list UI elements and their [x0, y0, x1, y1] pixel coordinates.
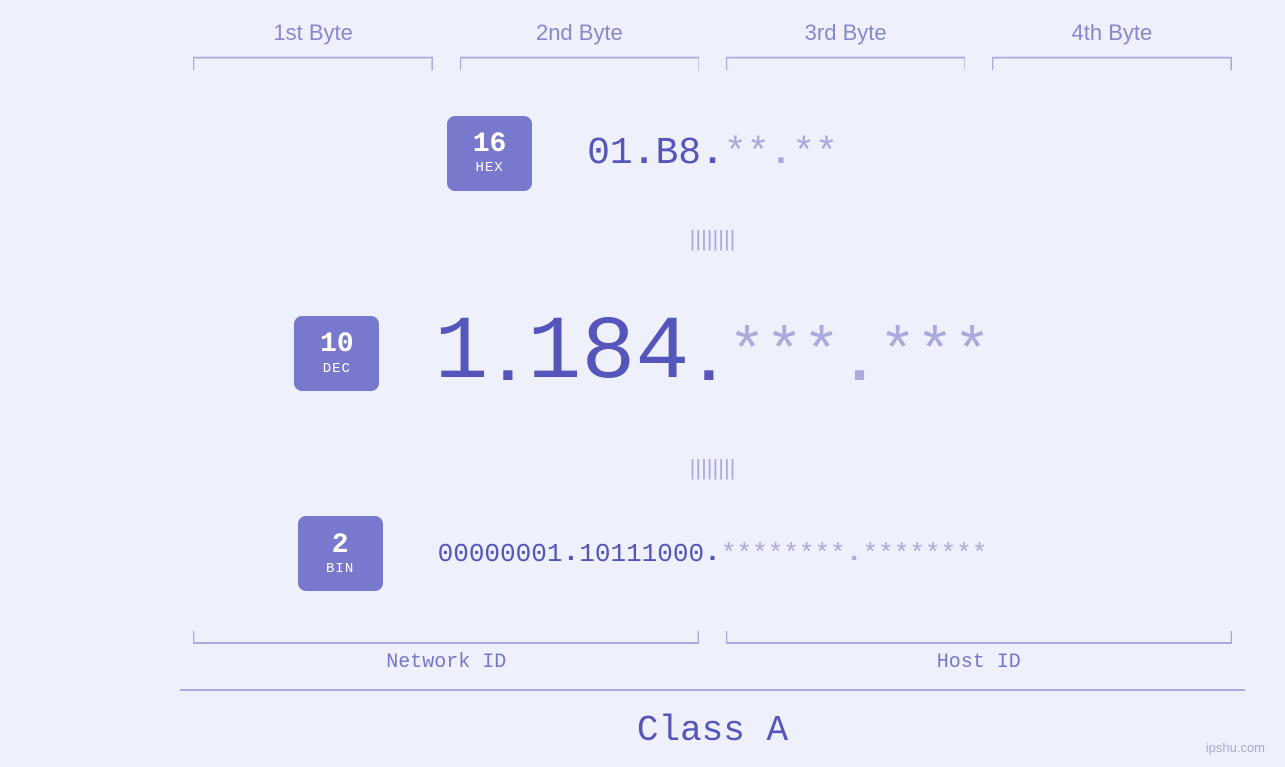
- hex-number: 16: [473, 130, 507, 161]
- hex-val-2: B8: [655, 132, 701, 175]
- bin-base: BIN: [326, 561, 354, 577]
- bin-byte-4: ********: [863, 539, 988, 569]
- bottom-section: Network ID Host ID Class A: [40, 631, 1245, 757]
- hex-cells: 01 . B8 . ** . **: [587, 132, 838, 175]
- bin-byte-2: 10111000: [579, 539, 704, 569]
- top-bracket-1: [180, 54, 446, 72]
- hex-base: HEX: [475, 160, 503, 176]
- hex-val-1: 01: [587, 132, 633, 175]
- bin-dot-2: .: [704, 538, 721, 569]
- bin-val-1: 00000001: [438, 539, 563, 569]
- bin-label-box: 2 BIN: [298, 516, 383, 591]
- dec-byte-2: 184: [527, 303, 689, 405]
- hex-val-4: **: [792, 132, 838, 175]
- byte-header-3: 3rd Byte: [713, 20, 979, 46]
- dec-byte-1: 1: [434, 303, 488, 405]
- main-container: 1st Byte 2nd Byte 3rd Byte 4th Byte: [0, 0, 1285, 767]
- byte-header-4: 4th Byte: [979, 20, 1245, 46]
- eq-1-3: ||: [713, 226, 724, 252]
- dec-label-box: 10 DEC: [294, 316, 379, 391]
- dec-byte-3: ***: [728, 318, 840, 389]
- eq-1-1: ||: [690, 226, 701, 252]
- host-id-label: Host ID: [713, 651, 1246, 674]
- eq-1-4: ||: [724, 226, 735, 252]
- dec-dot-2: .: [689, 326, 728, 400]
- full-bottom-bracket: [40, 688, 1245, 702]
- hex-dot-1: .: [633, 132, 656, 175]
- hex-val-3: **: [724, 132, 770, 175]
- host-bracket: [713, 631, 1246, 645]
- hex-row: 16 HEX 01 . B8 . ** . **: [447, 82, 838, 224]
- top-bracket-4: [979, 54, 1245, 72]
- bottom-brackets: [40, 631, 1245, 645]
- eq-2-4: ||: [724, 455, 735, 481]
- bin-dot-1: .: [562, 538, 579, 569]
- dec-val-4: ***: [879, 318, 991, 389]
- top-brackets-row: [40, 54, 1245, 72]
- bin-byte-1: 00000001: [438, 539, 563, 569]
- dec-cells: 1 . 184 . *** . ***: [434, 303, 990, 405]
- watermark: ipshu.com: [1206, 740, 1265, 755]
- bin-dot-3: .: [846, 538, 863, 569]
- eq-2-3: ||: [713, 455, 724, 481]
- dec-dot-1: .: [488, 326, 527, 400]
- dec-dot-3: .: [840, 326, 879, 400]
- top-bracket-3: [713, 54, 979, 72]
- network-id-label: Network ID: [180, 651, 713, 674]
- bin-number: 2: [332, 531, 349, 562]
- hex-dot-3: .: [770, 132, 793, 175]
- hex-byte-4: **: [792, 132, 838, 175]
- eq-2-2: ||: [701, 455, 712, 481]
- dec-val-3: ***: [728, 318, 840, 389]
- hex-label-box: 16 HEX: [447, 116, 532, 191]
- network-bracket: [180, 631, 713, 645]
- dec-val-2: 184: [527, 303, 689, 405]
- dec-byte-4: ***: [879, 318, 991, 389]
- eq-1-2: ||: [701, 226, 712, 252]
- bin-val-3: ********: [721, 539, 846, 569]
- equals-row-2: || || || ||: [550, 453, 736, 483]
- hex-byte-2: B8: [655, 132, 701, 175]
- eq-2-1: ||: [690, 455, 701, 481]
- byte-headers-row: 1st Byte 2nd Byte 3rd Byte 4th Byte: [40, 20, 1245, 46]
- dec-row: 10 DEC 1 . 184 . *** . ***: [294, 254, 990, 453]
- bin-row: 2 BIN 00000001 . 10111000 . ******** . *…: [298, 483, 988, 625]
- bottom-labels: Network ID Host ID: [40, 651, 1245, 674]
- dec-base: DEC: [323, 361, 351, 377]
- byte-header-2: 2nd Byte: [446, 20, 712, 46]
- byte-header-1: 1st Byte: [180, 20, 446, 46]
- hex-dot-2: .: [701, 132, 724, 175]
- equals-row-1: || || || ||: [550, 224, 736, 254]
- top-bracket-2: [446, 54, 712, 72]
- bin-byte-3: ********: [721, 539, 846, 569]
- dec-number: 10: [320, 330, 354, 361]
- hex-byte-3: **: [724, 132, 770, 175]
- class-label: Class A: [40, 710, 1245, 751]
- bin-val-4: ********: [863, 539, 988, 569]
- hex-byte-1: 01: [587, 132, 633, 175]
- bin-val-2: 10111000: [579, 539, 704, 569]
- dec-val-1: 1: [434, 303, 488, 405]
- bin-cells: 00000001 . 10111000 . ******** . *******…: [438, 538, 988, 569]
